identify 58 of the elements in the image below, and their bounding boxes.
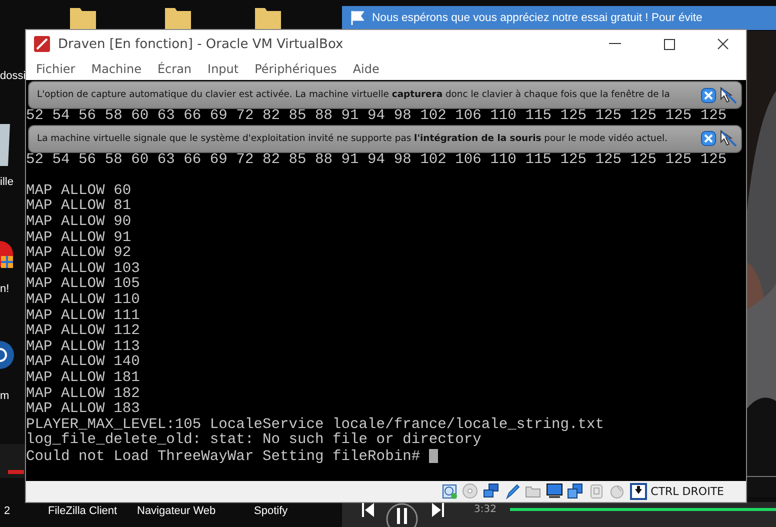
notification-banner[interactable]: Nous espérons que vous appréciez notre essai gratuit ! Pour évite [342,6,776,30]
close-icon[interactable] [701,131,716,146]
menu-item[interactable]: Périphériques [246,62,345,76]
console-line: MAP ALLOW 91 [26,230,132,246]
window-title: Draven [En fonction] - Oracle VM VirtualBox [58,36,344,52]
notice-text: La machine virtuelle signale que le système d'exploitation invité ne supporte pas l'intégration de la souris pour le mode vidéo actuel. [37,132,668,146]
console-line: MAP ALLOW 60 [26,184,132,199]
menu-item[interactable]: Aide [344,62,388,76]
maximize-icon[interactable] [664,38,674,50]
pen-icon[interactable] [504,483,521,500]
icon-label[interactable]: n! [0,283,10,295]
console-line: MAP ALLOW 183 [26,402,141,418]
menu-item[interactable]: Fichier [28,62,84,76]
console-line: MAP ALLOW 181 [26,370,141,386]
console-line: MAP ALLOW 140 [26,355,141,371]
console-line: MAP ALLOW 182 [26,386,141,402]
console-line: MAP ALLOW 103 [26,262,141,277]
console-line: MAP ALLOW 90 [26,214,132,231]
flag-icon [350,10,364,26]
host-key-label: CTRL DROITE [650,485,724,498]
console-line: 52 54 56 58 60 63 66 69 72 82 85 88 91 94 98 102 106 110 115 125 125 125 125 125 [26,152,728,168]
console-line: MAP ALLOW 110 [26,292,141,309]
display-icon[interactable] [546,483,563,500]
minimize-icon[interactable] [609,43,621,45]
pause-icon[interactable] [386,503,418,527]
close-icon[interactable] [701,88,716,102]
playback-time: 3:32 [474,504,496,515]
console-line: MAP ALLOW 112 [26,324,141,340]
menu-item[interactable]: Machine [83,62,150,76]
menu-item[interactable]: Écran [149,62,200,76]
notice-text: L'option de capture automatique du clavier est activée. La machine virtuelle capturera donc le clavier à chaque fois que la fenêtre de la [37,88,671,102]
close-icon[interactable] [717,38,729,50]
console-line: MAP ALLOW 111 [26,308,141,324]
console-line: 52 54 56 58 60 63 66 69 72 82 85 88 91 94 98 102 106 110 115 125 125 125 125 125 [26,109,728,125]
console-line: MAP ALLOW 105 [26,277,141,293]
icon-label[interactable]: m [0,390,10,402]
icon-label[interactable]: dossi [0,70,26,82]
console-line: log_file_delete_old: stat: No such file or directory [26,433,482,449]
menu-item[interactable]: Input [200,62,247,76]
mouse-pointer-icon[interactable] [720,86,737,104]
app-icon [34,36,50,52]
notification-text: Nous espérons que vous appréciez notre essai gratuit ! Pour évite [372,12,702,24]
icon-label[interactable]: Spotify [254,505,288,517]
text-cursor [428,448,438,463]
next-icon[interactable] [432,503,444,517]
icon-label[interactable]: 2 [4,505,10,517]
console-line: MAP ALLOW 113 [26,340,141,355]
icon-label[interactable]: Navigateur Web [137,505,216,517]
screens-icon[interactable] [566,483,584,500]
icon-label[interactable]: FileZilla Client [48,505,118,517]
console-line: PLAYER_MAX_LEVEL:105 LocaleService locale/france/locale_string.txt [26,418,606,433]
network-icon[interactable] [482,483,500,500]
mouse-pointer-icon[interactable] [720,130,737,148]
console-line: Could not Load ThreeWayWar Setting fileRobin# [26,448,420,465]
console-line: MAP ALLOW 81 [26,199,132,215]
icon-label[interactable]: ille [0,176,14,188]
console-line: MAP ALLOW 92 [26,246,132,262]
previous-icon[interactable] [362,503,374,517]
